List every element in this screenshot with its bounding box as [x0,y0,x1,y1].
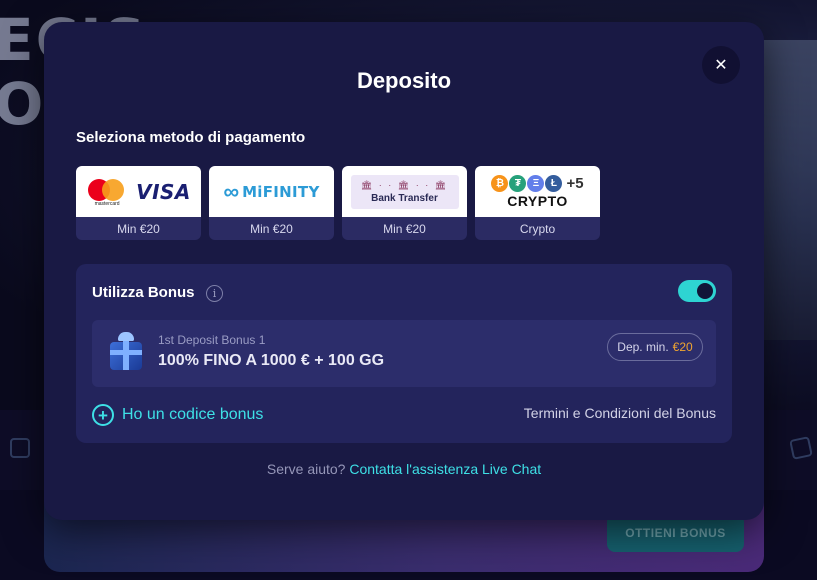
method-min-amount: Min €20 [250,221,293,236]
mastercard-icon: mastercard [86,177,128,207]
method-min-amount: Min €20 [117,221,160,236]
infinity-icon: ∞ [223,178,240,204]
crypto-coins: ₿ ₮ Ξ Ł +5 [491,174,584,192]
crypto-coin-icon: ₮ [509,174,527,192]
info-icon[interactable]: i [206,285,223,302]
method-caption: Crypto [519,221,556,236]
payment-methods: mastercard VISA Min €20 ∞ MiFINITY Min €… [76,166,600,240]
mifinity-logo: ∞ MiFINITY [209,166,334,217]
bank-icon: 🏛 · · 🏛 · · 🏛 [360,179,449,190]
payment-method-mifinity[interactable]: ∞ MiFINITY Min €20 [209,166,334,240]
card-logo: mastercard VISA [76,166,201,217]
crypto-coin-icon: Ξ [527,174,545,192]
help-line: Serve aiuto? Contatta l'assistenza Live … [44,461,764,477]
use-bonus-toggle[interactable] [678,280,716,302]
gift-icon [10,438,30,458]
toggle-knob [697,283,713,299]
crypto-coin-icon: Ł [545,174,563,192]
bonus-terms-link[interactable]: Termini e Condizioni del Bonus [524,405,716,421]
plus-circle-icon: + [92,404,114,426]
bonus-panel: Utilizza Bonus i 1st Deposit Bonus 1 100… [76,264,732,443]
cards-icon [789,436,813,460]
min-deposit-badge: Dep. min. €20 [607,333,703,361]
crypto-logo: ₿ ₮ Ξ Ł +5 CRYPTO [475,166,600,217]
crypto-coin-icon: ₿ [491,174,509,192]
bank-transfer-logo: 🏛 · · 🏛 · · 🏛 Bank Transfer [342,166,467,217]
help-text: Serve aiuto? [266,461,346,477]
bonus-card[interactable]: 1st Deposit Bonus 1 100% FINO A 1000 € +… [92,320,716,387]
bonus-subtitle: 1st Deposit Bonus 1 [158,333,266,347]
payment-method-bank-transfer[interactable]: 🏛 · · 🏛 · · 🏛 Bank Transfer Min €20 [342,166,467,240]
live-chat-link[interactable]: Contatta l'assistenza Live Chat [349,461,541,477]
visa-logo: VISA [136,179,191,204]
gift-box-icon [106,332,146,372]
bonus-code-link[interactable]: + Ho un codice bonus [92,404,263,426]
deposit-modal: ✕ Deposito Seleziona metodo di pagamento… [44,22,764,520]
payment-method-card[interactable]: mastercard VISA Min €20 [76,166,201,240]
payment-method-crypto[interactable]: ₿ ₮ Ξ Ł +5 CRYPTO Crypto [475,166,600,240]
modal-title: Deposito [356,68,452,93]
bonus-title: 100% FINO A 1000 € + 100 GG [158,352,385,369]
method-min-amount: Min €20 [383,221,426,236]
payment-method-label: Seleziona metodo di pagamento [76,129,306,146]
use-bonus-label: Utilizza Bonus [92,284,195,301]
